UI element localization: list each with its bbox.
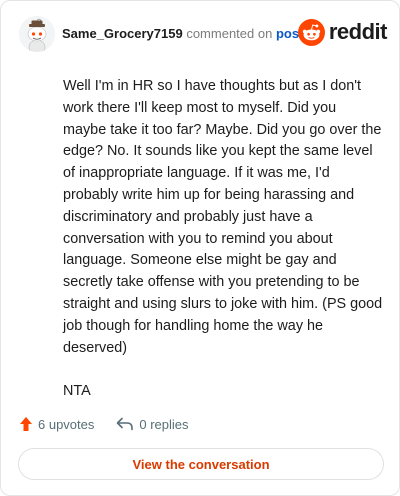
reddit-logo[interactable]: reddit — [297, 17, 388, 47]
view-conversation-button[interactable]: View the conversation — [18, 448, 384, 480]
comment-meta: Same_Grocery7159 commented on post — [62, 26, 303, 41]
replies-action[interactable]: 0 replies — [116, 416, 189, 432]
comment-paragraph: Well I'm in HR so I have thoughts but as… — [63, 78, 383, 356]
comment-card: Same_Grocery7159 commented on post reddi… — [0, 0, 400, 496]
user-avatar[interactable] — [19, 16, 55, 52]
reddit-snoo-icon — [297, 18, 325, 46]
replies-count: 0 replies — [139, 416, 189, 432]
username[interactable]: Same_Grocery7159 — [62, 26, 183, 41]
snoo-avatar-icon — [19, 16, 55, 52]
commented-on-text: commented on — [186, 26, 273, 41]
reddit-wordmark: reddit — [328, 19, 388, 44]
upvotes-count: 6 upvotes — [38, 416, 95, 432]
upvote-arrow-icon[interactable] — [19, 416, 33, 432]
upvote-action[interactable]: 6 upvotes — [19, 416, 94, 432]
reply-arrow-icon[interactable] — [116, 417, 134, 431]
comment-paragraph: NTA — [63, 382, 91, 399]
comment-header: Same_Grocery7159 commented on post reddi… — [15, 16, 388, 52]
comment-actions: 6 upvotes 0 replies — [19, 414, 189, 434]
comment-body: Well I'm in HR so I have thoughts but as… — [63, 76, 383, 424]
